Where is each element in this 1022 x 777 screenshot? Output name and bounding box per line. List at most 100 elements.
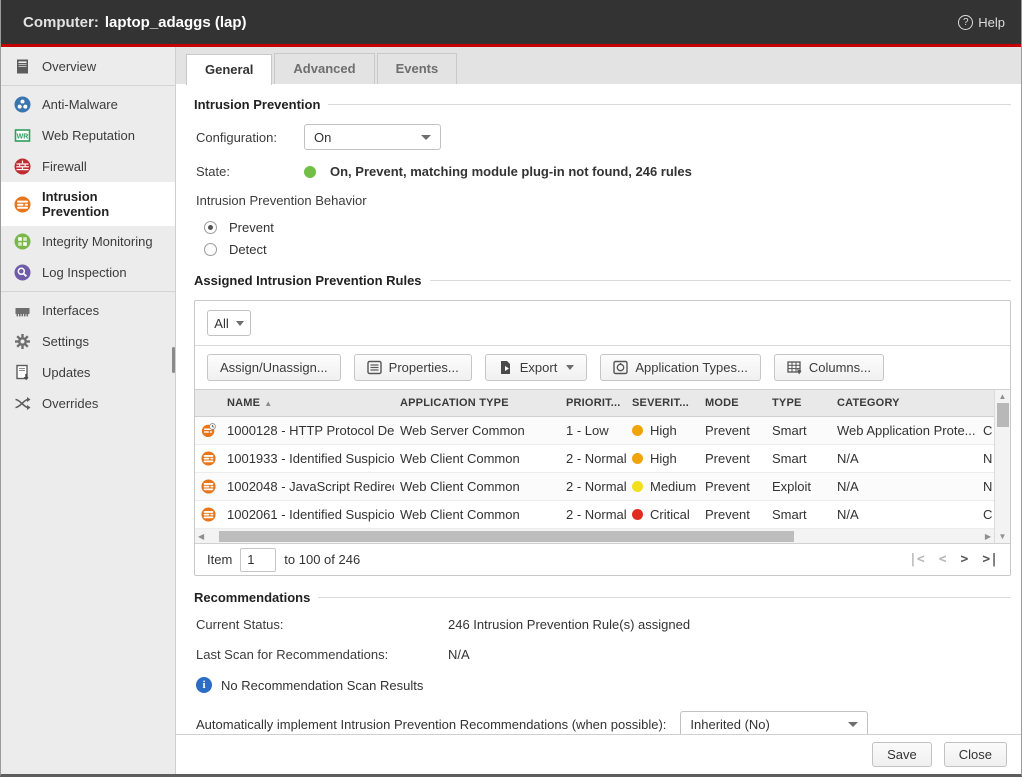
sidebar-item-web-reputation[interactable]: WR Web Reputation [1,120,175,151]
page-title: Computer:laptop_adaggs (lap) [23,14,247,31]
page-title-prefix: Computer: [23,14,99,31]
chevron-down-icon [848,722,858,727]
close-button[interactable]: Close [944,742,1007,767]
last-scan-value: N/A [448,647,470,662]
scroll-right-icon[interactable]: ▶ [982,532,994,541]
rules-panel: All Assign/Unassign... Properties... [194,300,1011,576]
tab-events[interactable]: Events [377,53,458,84]
interfaces-icon [14,302,31,319]
rules-filter-value: All [214,316,228,331]
configuration-select[interactable]: On [304,124,441,150]
table-row[interactable]: 1002061 - Identified Suspicious... Web C… [195,501,994,529]
sidebar-item-overrides[interactable]: Overrides [1,388,175,419]
overrides-icon [14,395,31,412]
rule-category: N/A [831,507,977,522]
rule-mode: Prevent [699,507,766,522]
properties-icon [367,360,382,375]
scroll-down-icon[interactable]: ▼ [999,532,1007,541]
column-header-category[interactable]: CATEGORY [831,397,977,409]
sidebar-item-label: Settings [42,334,89,349]
item-label: Item [207,552,232,567]
prev-page-button[interactable]: < [939,552,947,567]
help-button[interactable]: ? Help [958,15,1005,30]
sidebar-item-interfaces[interactable]: Interfaces [1,295,175,326]
table-row[interactable]: 1002048 - JavaScript Redirect S... Web C… [195,473,994,501]
rule-name: 1000128 - HTTP Protocol Decod... [227,423,394,438]
rule-application-type: Web Client Common [394,479,560,494]
intrusion-prevention-icon [14,196,31,213]
column-header-priority[interactable]: PRIORIT... [560,397,626,409]
sidebar-item-label: Intrusion Prevention [42,189,167,219]
current-status-label: Current Status: [196,617,448,632]
scroll-up-icon[interactable]: ▲ [999,392,1007,401]
sidebar-scrollbar[interactable] [172,347,175,373]
sidebar-item-integrity-monitoring[interactable]: Integrity Monitoring [1,226,175,257]
scroll-left-icon[interactable]: ◀ [195,532,207,541]
last-scan-label: Last Scan for Recommendations: [196,647,448,662]
column-header-type[interactable]: TYPE [766,397,831,409]
save-button[interactable]: Save [872,742,932,767]
radio-prevent-control[interactable] [204,221,217,234]
horizontal-scrollbar[interactable]: ◀ ▶ [195,529,994,543]
rule-category: N/A [831,479,977,494]
rule-application-type: Web Client Common [394,451,560,466]
table-row[interactable]: 1001933 - Identified Suspicious... Web C… [195,445,994,473]
tab-general[interactable]: General [186,54,272,85]
sidebar-item-firewall[interactable]: Firewall [1,151,175,182]
state-on-icon [304,166,316,178]
sidebar-item-label: Web Reputation [42,128,135,143]
radio-detect-control[interactable] [204,243,217,256]
rule-severity: Medium [650,479,696,494]
sidebar-item-label: Anti-Malware [42,97,118,112]
info-icon: i [196,677,212,693]
rules-filter-select[interactable]: All [207,310,251,336]
rule-severity: High [650,423,677,438]
vertical-scrollbar[interactable]: ▲ ▼ [994,390,1010,543]
chevron-down-icon [566,365,574,370]
export-label: Export [520,360,558,375]
sidebar-item-label: Integrity Monitoring [42,234,153,249]
properties-button[interactable]: Properties... [354,354,472,381]
column-header-application-type[interactable]: APPLICATION TYPE [394,397,560,409]
assign-unassign-button[interactable]: Assign/Unassign... [207,354,341,381]
sidebar-item-intrusion-prevention[interactable]: Intrusion Prevention [1,182,175,226]
column-header-severity[interactable]: SEVERIT... [626,397,699,409]
sidebar-divider [1,291,175,292]
chevron-down-icon [236,321,244,326]
column-header-mode[interactable]: MODE [699,397,766,409]
sidebar-item-anti-malware[interactable]: Anti-Malware [1,89,175,120]
application-types-button[interactable]: Application Types... [600,354,761,381]
auto-implement-select[interactable]: Inherited (No) [680,711,868,734]
sidebar-item-log-inspection[interactable]: Log Inspection [1,257,175,288]
computer-details-window: Computer:laptop_adaggs (lap) ? Help Over… [0,0,1022,777]
rule-category: Web Application Prote... [831,423,977,438]
vertical-scrollbar-thumb[interactable] [997,403,1009,427]
rule-mode: Prevent [699,423,766,438]
rule-next-col-partial: C [977,423,994,438]
rule-severity: Critical [650,507,690,522]
horizontal-scrollbar-thumb[interactable] [219,531,794,542]
columns-button[interactable]: Columns... [774,354,884,381]
severity-dot [632,509,643,520]
item-number-input[interactable] [240,548,276,572]
rule-priority: 2 - Normal [560,451,626,466]
current-status-value: 246 Intrusion Prevention Rule(s) assigne… [448,617,690,632]
configuration-label: Configuration: [196,130,304,145]
export-button[interactable]: Export [485,354,588,381]
rule-category: N/A [831,451,977,466]
tab-bar: General Advanced Events [176,47,1021,85]
radio-detect[interactable]: Detect [204,242,1011,257]
next-page-button[interactable]: > [961,552,969,567]
first-page-button[interactable]: |< [909,552,925,567]
tab-advanced[interactable]: Advanced [274,53,374,84]
sidebar-item-updates[interactable]: Updates [1,357,175,388]
sidebar-item-settings[interactable]: Settings [1,326,175,357]
column-header-name[interactable]: NAME▲ [221,397,394,409]
configuration-value: On [314,130,331,145]
radio-prevent[interactable]: Prevent [204,220,1011,235]
help-label: Help [978,15,1005,30]
sidebar-item-overview[interactable]: Overview [1,51,175,82]
last-page-button[interactable]: >| [982,552,998,567]
sidebar-item-label: Firewall [42,159,87,174]
table-row[interactable]: 1000128 - HTTP Protocol Decod... Web Ser… [195,417,994,445]
